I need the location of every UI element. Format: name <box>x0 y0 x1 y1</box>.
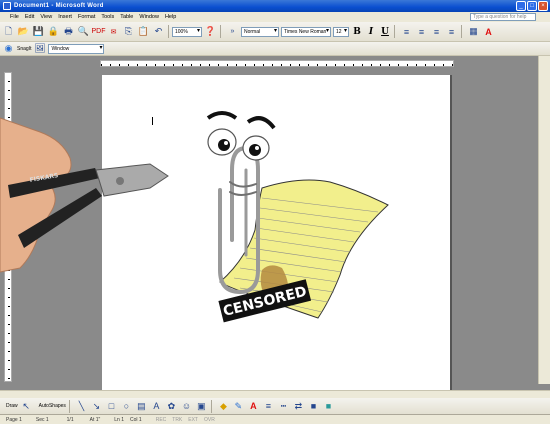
arrow-style-icon[interactable]: ⇄ <box>292 400 305 413</box>
status-bar: Page 1 Sec 1 1/1 At 1" Ln 1 Col 1 REC TR… <box>0 414 550 424</box>
font-combo[interactable]: Times New Roman <box>281 26 331 37</box>
text-cursor <box>152 117 153 125</box>
vertical-ruler[interactable] <box>4 72 12 382</box>
menu-edit[interactable]: Edit <box>25 14 34 20</box>
standard-formatting-toolbar: 🗋 📂 💾 🔒 🖶 🔍 PDF ✉ ⎘ 📋 ↶ 100% ❓ » Normal … <box>0 22 550 42</box>
underline-button[interactable]: U <box>379 26 391 38</box>
align-right-icon[interactable]: ≡ <box>430 25 443 38</box>
status-trk[interactable]: TRK <box>172 417 182 423</box>
paste-icon[interactable]: 📋 <box>137 25 150 38</box>
undo-icon[interactable]: ↶ <box>152 25 165 38</box>
open-folder-icon[interactable]: 📂 <box>17 25 30 38</box>
maximize-button[interactable]: □ <box>527 1 537 11</box>
style-combo[interactable]: Normal <box>241 26 279 37</box>
toolbar-options-icon[interactable]: » <box>226 25 239 38</box>
menu-bar: File Edit View Insert Format Tools Table… <box>0 12 550 22</box>
font-color-draw-icon[interactable]: A <box>247 400 260 413</box>
zoom-combo[interactable]: 100% <box>172 26 202 37</box>
textbox-icon[interactable]: ▤ <box>135 400 148 413</box>
status-page: Page 1 <box>6 416 22 423</box>
window-title: Document1 - Microsoft Word <box>14 3 104 9</box>
italic-button[interactable]: I <box>365 26 377 38</box>
bold-button[interactable]: B <box>351 26 363 38</box>
help-icon[interactable]: ❓ <box>204 25 217 38</box>
font-size-combo[interactable]: 12 <box>333 26 349 37</box>
status-ovr[interactable]: OVR <box>204 417 215 423</box>
ask-question-input[interactable]: Type a question for help <box>470 13 536 21</box>
copy-icon[interactable]: ⎘ <box>122 25 135 38</box>
snagit-profile-icon[interactable]: 🖼 <box>33 42 46 55</box>
menu-view[interactable]: View <box>40 14 52 20</box>
snagit-label[interactable]: SnagIt <box>17 46 31 52</box>
line-style-icon[interactable]: ≡ <box>262 400 275 413</box>
snagit-window-combo[interactable]: Window <box>48 43 105 54</box>
wordart-icon[interactable]: A <box>150 400 163 413</box>
justify-icon[interactable]: ≡ <box>445 25 458 38</box>
pdf-icon[interactable]: PDF <box>92 25 106 38</box>
dash-style-icon[interactable]: ┅ <box>277 400 290 413</box>
title-bar: Document1 - Microsoft Word _ □ × <box>0 0 550 12</box>
pdf-email-icon[interactable]: ✉ <box>107 25 120 38</box>
3d-icon[interactable]: ■ <box>322 400 335 413</box>
drawing-toolbar: Draw ↖ AutoShapes ╲ ↘ □ ○ ▤ A ✿ ☺ ▣ ◆ ✎ … <box>0 398 550 414</box>
status-rec[interactable]: REC <box>156 417 167 423</box>
align-center-icon[interactable]: ≡ <box>415 25 428 38</box>
autoshapes-menu[interactable]: AutoShapes <box>39 403 66 409</box>
new-document-icon[interactable]: 🗋 <box>2 25 15 38</box>
font-color-icon[interactable]: A <box>482 25 495 38</box>
snagit-icon[interactable]: ◉ <box>2 42 15 55</box>
status-ext[interactable]: EXT <box>188 417 198 423</box>
line-color-icon[interactable]: ✎ <box>232 400 245 413</box>
oval-icon[interactable]: ○ <box>120 400 133 413</box>
select-objects-icon[interactable]: ↖ <box>20 400 33 413</box>
horizontal-ruler[interactable] <box>100 60 454 67</box>
minimize-button[interactable]: _ <box>516 1 526 11</box>
print-icon[interactable]: 🖶 <box>62 25 75 38</box>
close-button[interactable]: × <box>538 1 548 11</box>
save-icon[interactable]: 💾 <box>32 25 45 38</box>
arrow-icon[interactable]: ↘ <box>90 400 103 413</box>
menu-window[interactable]: Window <box>139 14 159 20</box>
menu-format[interactable]: Format <box>78 14 95 20</box>
menu-table[interactable]: Table <box>120 14 133 20</box>
menu-help[interactable]: Help <box>165 14 176 20</box>
clipart-icon[interactable]: ☺ <box>180 400 193 413</box>
snagit-toolbar: ◉ SnagIt 🖼 Window <box>0 42 550 56</box>
rectangle-icon[interactable]: □ <box>105 400 118 413</box>
print-preview-icon[interactable]: 🔍 <box>77 25 90 38</box>
shadow-icon[interactable]: ■ <box>307 400 320 413</box>
status-at: At 1" <box>89 416 101 423</box>
align-left-icon[interactable]: ≡ <box>400 25 413 38</box>
diagram-icon[interactable]: ✿ <box>165 400 178 413</box>
draw-menu[interactable]: Draw <box>6 403 18 409</box>
fill-color-icon[interactable]: ◆ <box>217 400 230 413</box>
status-section: Sec 1 <box>35 416 49 423</box>
status-pages: 1/1 <box>66 416 74 423</box>
document-page[interactable] <box>102 75 452 391</box>
line-icon[interactable]: ╲ <box>75 400 88 413</box>
vertical-scrollbar[interactable] <box>538 56 550 384</box>
permission-icon[interactable]: 🔒 <box>47 25 60 38</box>
menu-file[interactable]: File <box>10 14 19 20</box>
status-line: Ln 1 <box>114 416 125 423</box>
borders-icon[interactable]: ▦ <box>467 25 480 38</box>
word-app-icon <box>3 2 11 10</box>
menu-tools[interactable]: Tools <box>101 14 114 20</box>
status-col: Col 1 <box>130 416 142 423</box>
picture-icon[interactable]: ▣ <box>195 400 208 413</box>
menu-insert[interactable]: Insert <box>58 14 72 20</box>
word-window: Document1 - Microsoft Word _ □ × File Ed… <box>0 0 550 424</box>
